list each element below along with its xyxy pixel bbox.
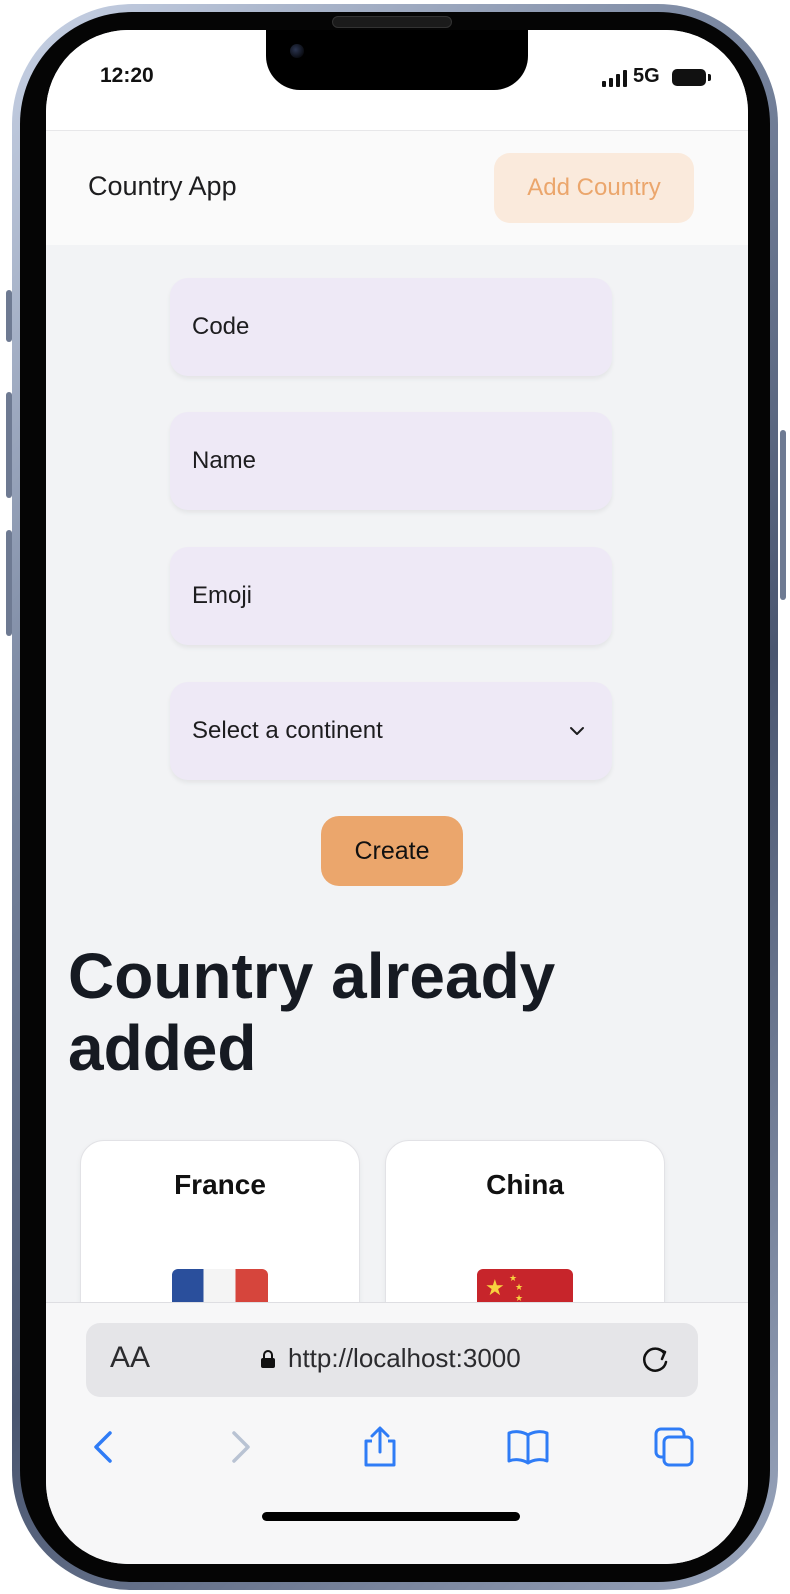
country-name: China	[486, 1169, 564, 1200]
reload-icon[interactable]	[638, 1343, 672, 1377]
volume-down-button	[6, 530, 12, 636]
navbar: Country App Add Country	[46, 130, 748, 245]
country-name: France	[174, 1169, 266, 1200]
chevron-down-icon	[570, 727, 584, 735]
bookmarks-icon[interactable]	[506, 1425, 550, 1469]
aa-label: AA	[110, 1341, 151, 1374]
tabs-icon[interactable]	[652, 1425, 696, 1469]
url-text[interactable]: http://localhost:3000	[288, 1343, 521, 1374]
back-icon[interactable]	[82, 1425, 126, 1469]
earpiece-speaker	[332, 16, 452, 28]
front-camera	[290, 44, 304, 58]
notch	[266, 30, 528, 90]
name-placeholder: Name	[192, 447, 257, 474]
emoji-placeholder: Emoji	[192, 582, 253, 609]
continent-select[interactable]: Select a continent	[170, 682, 612, 780]
code-placeholder: Code	[192, 313, 250, 340]
emoji-input[interactable]: Emoji	[170, 547, 612, 645]
network-type: 5G	[633, 65, 660, 87]
home-indicator[interactable]	[262, 1512, 520, 1521]
section-heading: Country already added	[68, 940, 556, 1084]
browser-toolbar: AA http://localhost:3000	[46, 1302, 748, 1564]
cellular-signal-icon	[602, 70, 628, 87]
code-input[interactable]: Code	[170, 278, 612, 376]
forward-icon[interactable]	[218, 1425, 262, 1469]
app-title[interactable]: Country App	[88, 171, 237, 202]
volume-up-button	[6, 392, 12, 498]
name-input[interactable]: Name	[170, 412, 612, 510]
screen: 12:20 5G Country App Add Country Code Na…	[46, 30, 748, 1564]
reader-options-button[interactable]: AA	[110, 1341, 150, 1375]
lock-icon	[261, 1350, 275, 1368]
power-button	[780, 430, 786, 600]
action-button	[6, 290, 12, 342]
continent-selected-value: Select a continent	[192, 717, 383, 744]
battery-icon	[672, 69, 711, 86]
address-bar[interactable]: AA http://localhost:3000	[86, 1323, 698, 1397]
add-country-button[interactable]: Add Country	[494, 153, 694, 223]
create-button[interactable]: Create	[321, 816, 463, 886]
status-time: 12:20	[100, 64, 154, 87]
share-icon[interactable]	[358, 1425, 402, 1469]
